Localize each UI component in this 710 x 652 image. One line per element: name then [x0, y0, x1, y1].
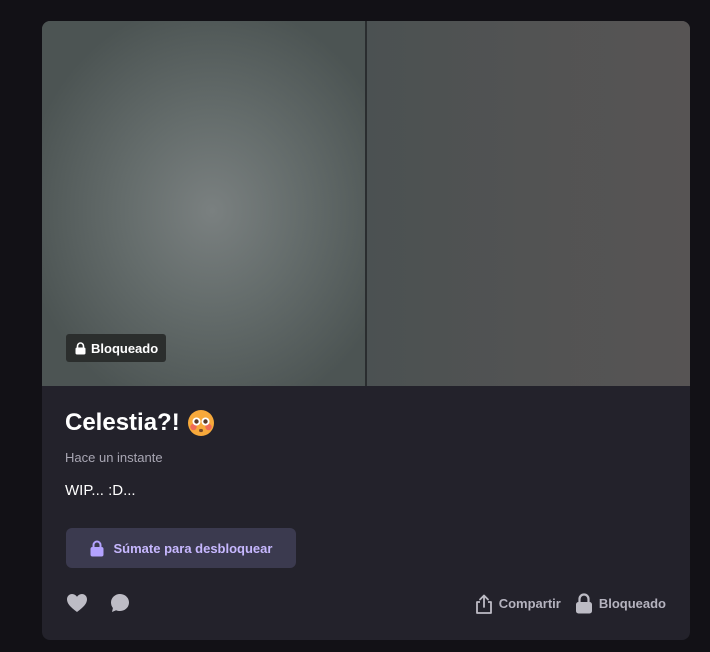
flushed-face-icon: [187, 409, 215, 437]
post-media-preview[interactable]: Bloqueado: [42, 21, 690, 386]
heart-icon: [66, 593, 88, 613]
like-button[interactable]: [66, 593, 88, 613]
lock-icon: [575, 593, 593, 614]
lock-icon: [75, 341, 86, 355]
join-to-unlock-label: Súmate para desbloquear: [113, 540, 273, 556]
post-title-text: Celestia?!: [65, 409, 180, 436]
share-button[interactable]: Compartir: [475, 594, 561, 614]
blurred-image-left: [42, 21, 365, 386]
locked-status: Bloqueado: [575, 593, 666, 614]
blurred-image-right: [367, 21, 690, 386]
locked-badge-label: Bloqueado: [91, 340, 159, 356]
post-title: Celestia?!: [65, 409, 215, 437]
locked-status-label: Bloqueado: [598, 596, 666, 611]
comment-button[interactable]: [110, 593, 130, 613]
locked-badge: Bloqueado: [66, 334, 167, 362]
share-icon: [475, 594, 493, 614]
comment-icon: [110, 593, 130, 613]
post-body: WIP... :D...: [65, 482, 136, 499]
post-timestamp: Hace un instante: [65, 450, 163, 465]
lock-icon: [90, 540, 104, 557]
post-actions-left: [66, 593, 130, 613]
post-actions-right: Compartir Bloqueado: [475, 593, 666, 614]
post-card: Bloqueado Celestia?! Hace un instante WI…: [42, 21, 690, 640]
share-label: Compartir: [498, 596, 561, 611]
join-to-unlock-button[interactable]: Súmate para desbloquear: [66, 528, 296, 568]
